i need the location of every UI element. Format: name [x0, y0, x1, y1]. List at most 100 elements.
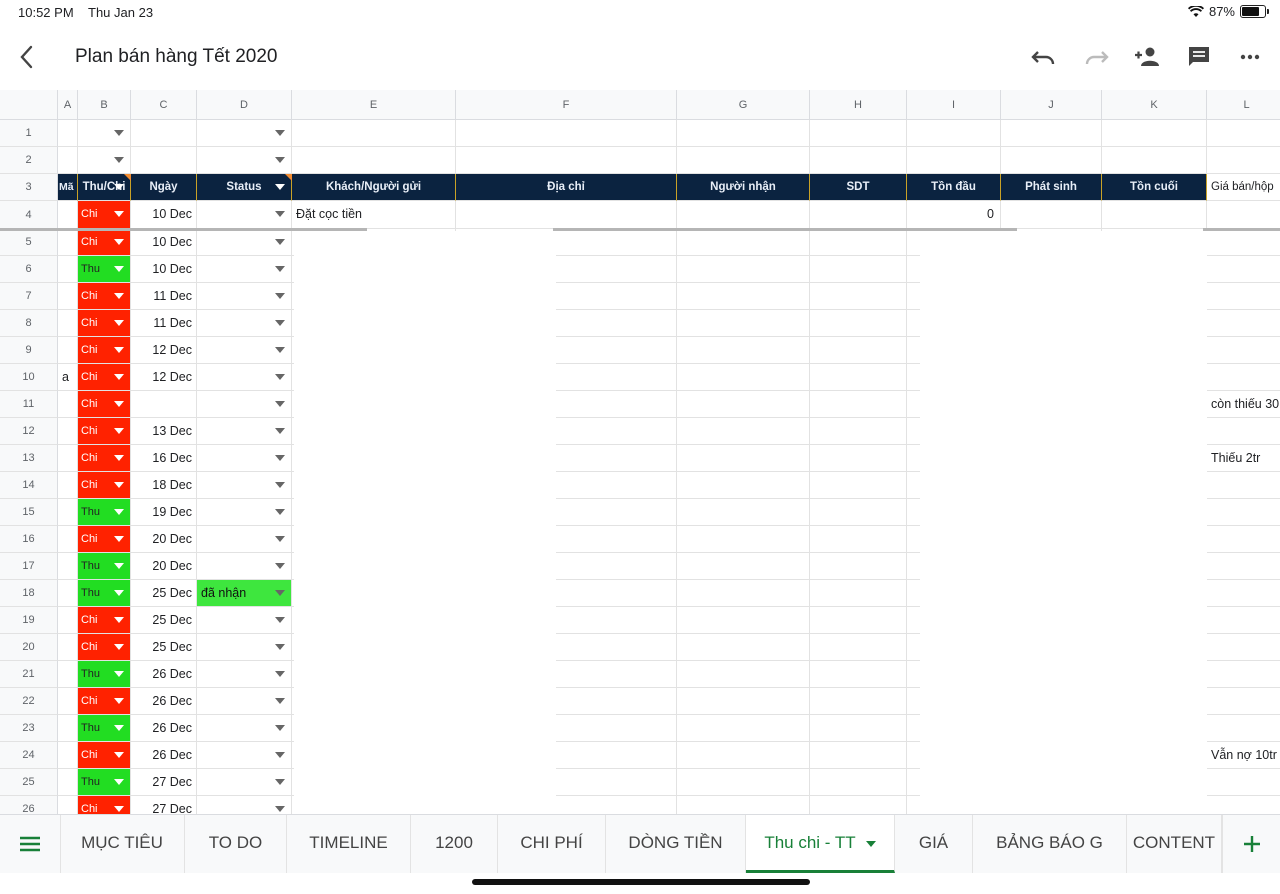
- header-cell-f[interactable]: Địa chỉ: [456, 174, 677, 201]
- sheet-tab[interactable]: TIMELINE: [287, 815, 411, 873]
- chevron-down-icon[interactable]: [114, 752, 124, 758]
- chevron-down-icon[interactable]: [275, 374, 285, 380]
- cell-h[interactable]: [810, 147, 907, 174]
- header-cell-d[interactable]: Status: [197, 174, 292, 201]
- cell-c[interactable]: 26 Dec: [131, 715, 197, 742]
- row-header[interactable]: 8: [0, 310, 58, 337]
- chevron-down-icon[interactable]: [275, 130, 285, 136]
- sheet-tab[interactable]: DÒNG TIỀN: [606, 815, 746, 873]
- chevron-down-icon[interactable]: [114, 320, 124, 326]
- sheet-tab[interactable]: MỤC TIÊU: [60, 815, 185, 873]
- header-cell-h[interactable]: SDT: [810, 174, 907, 201]
- cell-c[interactable]: 25 Dec: [131, 607, 197, 634]
- chi-chip[interactable]: Chi: [78, 391, 131, 418]
- cell-l[interactable]: [1207, 229, 1280, 256]
- column-header-i[interactable]: I: [907, 90, 1001, 120]
- cell-h[interactable]: [810, 445, 907, 472]
- cell-a[interactable]: [58, 283, 78, 310]
- cell-l[interactable]: [1207, 418, 1280, 445]
- chevron-down-icon[interactable]: [114, 428, 124, 434]
- cell-d[interactable]: [197, 283, 292, 310]
- cell-d[interactable]: [197, 742, 292, 769]
- cell-h[interactable]: [810, 607, 907, 634]
- cell-j[interactable]: [1001, 120, 1102, 147]
- chevron-down-icon[interactable]: [275, 428, 285, 434]
- thu-chip[interactable]: Thu: [78, 553, 131, 580]
- cell-l[interactable]: [1207, 688, 1280, 715]
- cell-e[interactable]: [292, 147, 456, 174]
- cell-g[interactable]: [677, 634, 810, 661]
- cell-c[interactable]: 27 Dec: [131, 796, 197, 814]
- sheet-tab[interactable]: GIÁ: [895, 815, 973, 873]
- chevron-down-icon[interactable]: [275, 211, 285, 217]
- cell-h[interactable]: [810, 553, 907, 580]
- chevron-down-icon[interactable]: [275, 590, 285, 596]
- cell-c[interactable]: 18 Dec: [131, 472, 197, 499]
- chi-chip[interactable]: Chi: [78, 364, 131, 391]
- chevron-down-icon[interactable]: [114, 617, 124, 623]
- cell-c[interactable]: [131, 147, 197, 174]
- cell-l[interactable]: [1207, 120, 1280, 147]
- cell-l[interactable]: [1207, 201, 1280, 229]
- cell-g[interactable]: [677, 553, 810, 580]
- chevron-down-icon[interactable]: [275, 617, 285, 623]
- cell-a[interactable]: [58, 256, 78, 283]
- cell-g[interactable]: [677, 256, 810, 283]
- chi-chip[interactable]: Chi: [78, 472, 131, 499]
- cell-a[interactable]: [58, 120, 78, 147]
- chi-chip[interactable]: Chi: [78, 310, 131, 337]
- cell-g[interactable]: [677, 715, 810, 742]
- cell-a[interactable]: [58, 688, 78, 715]
- cell-c[interactable]: 25 Dec: [131, 634, 197, 661]
- cell-h[interactable]: [810, 120, 907, 147]
- cell-c[interactable]: 12 Dec: [131, 364, 197, 391]
- column-header-l[interactable]: L: [1207, 90, 1280, 120]
- cell-a[interactable]: [58, 553, 78, 580]
- cell-d[interactable]: [197, 201, 292, 229]
- cell-l[interactable]: [1207, 310, 1280, 337]
- cell-h[interactable]: [810, 526, 907, 553]
- chi-chip[interactable]: Chi: [78, 796, 131, 814]
- chevron-down-icon[interactable]: [114, 184, 124, 190]
- cell-h[interactable]: [810, 229, 907, 256]
- cell-h[interactable]: [810, 580, 907, 607]
- cell-d[interactable]: [197, 634, 292, 661]
- chi-chip[interactable]: Chi: [78, 337, 131, 364]
- chevron-down-icon[interactable]: [275, 293, 285, 299]
- thu-chip[interactable]: Thu: [78, 715, 131, 742]
- spreadsheet-grid[interactable]: A B C D E F G H I J K L 3 Mã Thu/Chi Ngày Status Khách/Ng…: [0, 90, 1280, 814]
- chevron-down-icon[interactable]: [114, 347, 124, 353]
- chevron-down-icon[interactable]: [114, 536, 124, 542]
- chevron-down-icon[interactable]: [114, 211, 124, 217]
- cell-b[interactable]: [78, 147, 131, 174]
- column-header-j[interactable]: J: [1001, 90, 1102, 120]
- row-header[interactable]: 2: [0, 147, 58, 174]
- cell-g[interactable]: [677, 229, 810, 256]
- chevron-down-icon[interactable]: [114, 563, 124, 569]
- chevron-down-icon[interactable]: [275, 266, 285, 272]
- chi-chip[interactable]: Chi: [78, 445, 131, 472]
- cell-g[interactable]: [677, 337, 810, 364]
- header-cell-k[interactable]: Tồn cuối: [1102, 174, 1207, 201]
- cell-l[interactable]: [1207, 580, 1280, 607]
- cell-l[interactable]: còn thiếu 30: [1207, 391, 1280, 418]
- cell-a[interactable]: [58, 310, 78, 337]
- chevron-down-icon[interactable]: [114, 590, 124, 596]
- redo-icon[interactable]: [1081, 42, 1111, 72]
- sheet-tab[interactable]: CONTENT: [1127, 815, 1222, 873]
- sheet-tab[interactable]: 1200: [411, 815, 498, 873]
- header-cell-a[interactable]: Mã: [58, 174, 78, 201]
- chevron-down-icon[interactable]: [275, 509, 285, 515]
- cell-j[interactable]: [1001, 201, 1102, 229]
- cell-c[interactable]: 13 Dec: [131, 418, 197, 445]
- cell-c[interactable]: 11 Dec: [131, 310, 197, 337]
- cell-d[interactable]: [197, 391, 292, 418]
- cell-h[interactable]: [810, 634, 907, 661]
- cell-g[interactable]: [677, 472, 810, 499]
- row-header[interactable]: 6: [0, 256, 58, 283]
- chevron-down-icon[interactable]: [275, 455, 285, 461]
- cell-a[interactable]: [58, 499, 78, 526]
- sheet-tab[interactable]: Thu chi - TT: [746, 815, 895, 873]
- cell-k[interactable]: [1102, 147, 1207, 174]
- row-header[interactable]: 17: [0, 553, 58, 580]
